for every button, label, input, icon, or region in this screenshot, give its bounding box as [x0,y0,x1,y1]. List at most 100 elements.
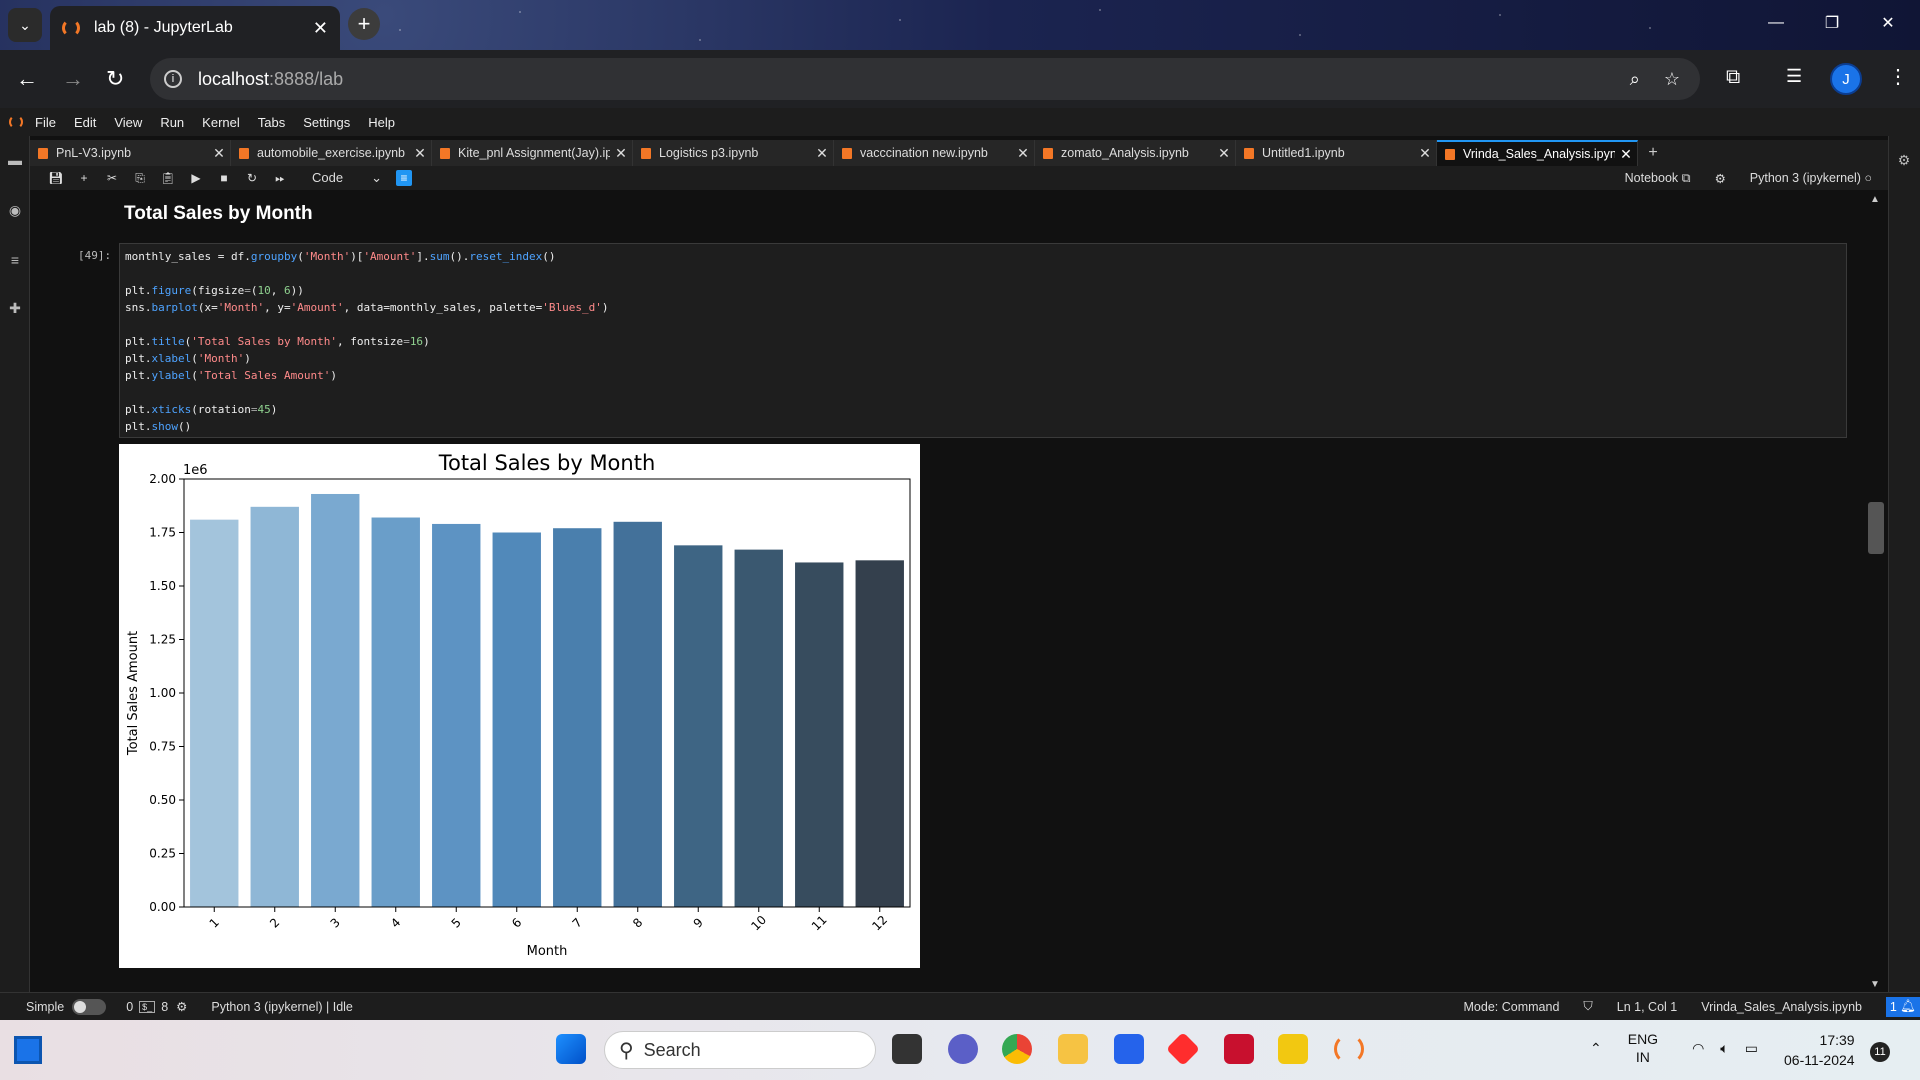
folder-icon[interactable]: ▬ [7,152,23,168]
chrome-icon[interactable] [1002,1034,1032,1064]
file-explorer-icon[interactable] [1058,1034,1088,1064]
language-indicator[interactable]: ENG IN [1628,1030,1658,1066]
bookmark-star-icon[interactable]: ☆ [1664,69,1680,90]
doc-tab-pnl[interactable]: PnL-V3.ipynb ✕ [30,140,231,166]
back-icon[interactable]: ← [16,66,38,92]
close-icon[interactable]: ✕ [409,145,431,162]
widgets-icon[interactable] [14,1036,42,1064]
store-icon[interactable] [1114,1034,1144,1064]
restore-button[interactable]: ❐ [1812,8,1852,38]
battery-icon[interactable]: ▭ [1745,1040,1758,1057]
close-icon[interactable]: ✕ [1012,145,1034,162]
doc-tab-vaccination[interactable]: vacccination new.ipynb ✕ [834,140,1035,166]
scroll-up-icon[interactable]: ▲ [1870,194,1880,205]
kernel-gear-icon: ⚙ [176,1000,188,1014]
notebook-toolbar: 💾︎ + ✂ ⎘ 📋︎ ▶ ■ ↻ ⏩︎ Code ⌄ ≡ Notebook ⧉ … [30,166,1888,190]
clock[interactable]: 17:39 06-11-2024 [1784,1030,1855,1070]
menu-edit[interactable]: Edit [74,115,96,130]
jupyter-taskbar-icon[interactable] [1334,1034,1364,1064]
terminal-count[interactable]: 0 [126,1000,133,1014]
toc-toggle-icon[interactable]: ≡ [396,170,412,186]
start-windows-icon[interactable] [556,1034,586,1064]
code-line: plt.xticks(rotation=45) [125,403,278,416]
kernel-settings-icon[interactable]: ⚙ [1715,171,1726,186]
notification-badge[interactable]: 11 [1870,1042,1890,1062]
chevron-up-icon[interactable]: ⌃ [1590,1040,1602,1057]
task-view-icon[interactable] [892,1034,922,1064]
extensions-icon[interactable]: ⧉ [1726,66,1740,89]
restart-icon[interactable]: ↻ [238,171,266,185]
insert-cell-icon[interactable]: + [70,171,98,185]
cell-type-select[interactable]: Code ⌄ [312,170,382,186]
wifi-icon[interactable]: ◠ [1692,1040,1704,1057]
profile-avatar[interactable]: J [1830,63,1862,95]
close-window-button[interactable]: ✕ [1868,8,1908,38]
menu-run[interactable]: Run [160,115,184,130]
notebook-label[interactable]: Notebook ⧉ [1625,171,1691,186]
zoom-icon[interactable]: ⌕ [1630,69,1640,90]
copy-icon[interactable]: ⎘ [126,171,154,186]
close-icon[interactable]: ✕ [1213,145,1235,162]
run-all-icon[interactable]: ⏩︎ [266,171,294,186]
forward-icon[interactable]: → [62,66,84,92]
close-icon[interactable]: ✕ [811,145,833,162]
menu-settings[interactable]: Settings [303,115,350,130]
stop-icon[interactable]: ■ [210,171,238,185]
scroll-down-icon[interactable]: ▼ [1870,979,1880,990]
simple-mode-toggle[interactable] [72,998,107,1015]
notification-bell[interactable]: 1 🔔︎ [1886,996,1920,1017]
property-inspector-icon[interactable]: ⚙ [1896,152,1912,168]
y-tick-label: 0.75 [149,740,176,754]
doc-tab-automobile[interactable]: automobile_exercise.ipynb ✕ [231,140,432,166]
close-icon[interactable]: ✕ [610,145,632,162]
running-kernels-icon[interactable]: ◉ [7,202,23,218]
menu-tabs[interactable]: Tabs [258,115,285,130]
doc-tab-logistics[interactable]: Logistics p3.ipynb ✕ [633,140,834,166]
doc-tab-label: Untitled1.ipynb [1262,146,1345,160]
address-bar[interactable]: i localhost:8888/lab ⌕ ☆ [150,58,1700,100]
bar-month-9 [674,545,723,907]
kernel-status[interactable]: Python 3 (ipykernel) | Idle [211,1000,353,1014]
volume-icon[interactable]: 🔈︎ [1720,1040,1728,1057]
menu-help[interactable]: Help [368,115,395,130]
close-icon[interactable]: ✕ [208,145,230,162]
close-icon[interactable]: ✕ [1414,145,1436,162]
taskbar-search[interactable]: ⚲ Search [604,1031,876,1069]
menu-kernel[interactable]: Kernel [202,115,240,130]
browser-menu-icon[interactable]: ⋮ [1888,64,1908,89]
doc-tab-vrinda[interactable]: Vrinda_Sales_Analysis.ipynb ✕ [1437,140,1638,166]
close-icon[interactable]: ✕ [1615,146,1637,163]
notebook-scrollbar[interactable]: ▲ ▼ [1866,192,1886,992]
reload-icon[interactable]: ↻ [106,66,124,92]
doc-tab-untitled[interactable]: Untitled1.ipynb ✕ [1236,140,1437,166]
new-tab-button[interactable]: + [348,8,380,40]
save-icon[interactable]: 💾︎ [42,171,70,185]
media-control-icon[interactable]: ☰ [1786,66,1802,87]
doc-tab-kite[interactable]: Kite_pnl Assignment(Jay).ipyı ✕ [432,140,633,166]
kernel-count[interactable]: 8 [161,1000,168,1014]
minimize-button[interactable]: — [1756,8,1796,38]
close-tab-icon[interactable]: ✕ [313,18,328,39]
menu-file[interactable]: File [35,115,56,130]
extension-manager-icon[interactable]: ✚ [7,300,23,316]
code-cell[interactable]: monthly_sales = df.groupby('Month')['Amo… [119,243,1847,438]
browser-tab[interactable]: lab (8) - JupyterLab ✕ [50,6,340,50]
notebook-icon [1244,147,1254,159]
tab-search-button[interactable]: ⌄ [8,8,42,42]
new-launcher-icon[interactable]: + [1638,140,1668,166]
power-bi-icon[interactable] [1278,1034,1308,1064]
kernel-name[interactable]: Python 3 (ipykernel) ○ [1750,171,1872,186]
paste-icon[interactable]: 📋︎ [154,171,182,185]
cut-icon[interactable]: ✂ [98,171,126,185]
mcafee-icon[interactable] [1224,1034,1254,1064]
x-tick-label: 5 [449,915,464,930]
menu-view[interactable]: View [114,115,142,130]
run-icon[interactable]: ▶ [182,171,210,185]
scrollbar-thumb[interactable] [1868,502,1884,554]
teams-icon[interactable] [948,1034,978,1064]
doc-tab-zomato[interactable]: zomato_Analysis.ipynb ✕ [1035,140,1236,166]
table-of-contents-icon[interactable]: ≡ [7,252,23,268]
cursor-position[interactable]: Ln 1, Col 1 [1617,1000,1677,1014]
site-info-icon[interactable]: i [164,70,182,88]
